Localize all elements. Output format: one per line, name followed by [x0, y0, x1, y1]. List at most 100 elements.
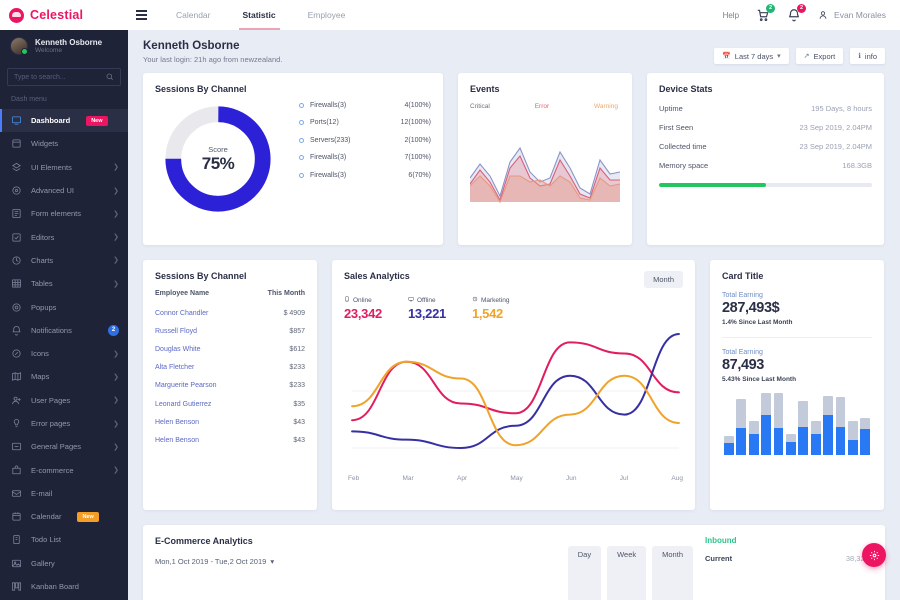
legend-item: Firewalls(3) 7(100%) — [299, 154, 431, 161]
bar-segment-active — [798, 426, 809, 455]
sidebar-item-widgets[interactable]: Widgets — [0, 132, 128, 155]
cart-icon[interactable]: 2 — [756, 4, 776, 22]
sidebar-item-notifications[interactable]: Notifications 2 — [0, 319, 128, 342]
sidebar-item-label: Gallery — [31, 558, 55, 568]
device-stat-row: Uptime 195 Days, 8 hours — [659, 104, 872, 113]
table-row[interactable]: Douglas White $612 — [155, 340, 305, 358]
events-area-chart — [469, 146, 621, 204]
editors-icon — [11, 232, 22, 243]
employee-value: $43 — [293, 436, 305, 444]
sidebar-profile[interactable]: Kenneth Osborne Welcome — [0, 30, 128, 62]
sidebar-item-todo-list[interactable]: Todo List — [0, 528, 128, 551]
legend-dot-icon — [299, 155, 304, 161]
earning-label: Total Earning — [722, 292, 763, 299]
info-button[interactable]: ℹ info — [850, 48, 885, 64]
user-menu[interactable]: Evan Morales — [818, 9, 886, 21]
tab-statistic[interactable]: Statistic — [238, 0, 280, 30]
sidebar-item-error-pages[interactable]: Error pages ❯ — [0, 412, 128, 435]
sidebar-item-label: Icons — [31, 349, 49, 359]
search-input[interactable] — [14, 73, 106, 81]
table-row[interactable]: Marguerite Pearson $233 — [155, 377, 305, 395]
segment-month[interactable]: Month — [652, 546, 693, 600]
sidebar-item-badge: 2 — [108, 324, 119, 336]
bell-badge: 2 — [797, 4, 807, 13]
card-title: Events — [470, 84, 500, 94]
sidebar-item-calendar[interactable]: Calendar New — [0, 505, 128, 528]
employee-value: $612 — [289, 345, 305, 353]
charts-icon — [11, 255, 22, 266]
sidebar-item-maps[interactable]: Maps ❯ — [0, 365, 128, 388]
table-row[interactable]: Helen Benson $43 — [155, 413, 305, 431]
earning-value: 287,493$ — [722, 300, 780, 316]
tab-employee[interactable]: Employee — [308, 0, 346, 30]
widgets-icon — [11, 138, 22, 149]
bar — [773, 393, 784, 455]
legend-dot-icon — [299, 120, 304, 126]
sidebar-item-popups[interactable]: Popups — [0, 295, 128, 318]
sidebar-item-general-pages[interactable]: General Pages ❯ — [0, 435, 128, 458]
sidebar-item-user-pages[interactable]: User Pages ❯ — [0, 389, 128, 412]
ecommerce-date-range[interactable]: Mon,1 Oct 2019 - Tue,2 Oct 2019 ▾ — [155, 557, 568, 566]
brand[interactable]: Celestial — [0, 7, 128, 23]
bar — [847, 393, 858, 455]
table-row[interactable]: Helen Benson $43 — [155, 431, 305, 449]
bar — [835, 393, 846, 455]
table-row[interactable]: Russell Floyd $857 — [155, 322, 305, 340]
card-title: Card Title — [722, 271, 764, 281]
menu-toggle-icon[interactable] — [128, 10, 154, 20]
sidebar-item-form-elements[interactable]: Form elements ❯ — [0, 202, 128, 225]
divider — [722, 337, 872, 338]
sidebar-item-kanban-board[interactable]: Kanban Board — [0, 575, 128, 598]
sidebar-item-editors[interactable]: Editors ❯ — [0, 225, 128, 248]
table-row[interactable]: Leonard Gutierrez $35 — [155, 395, 305, 413]
sales-line-chart: Feb Mar Apr May Jun Jul Aug — [344, 328, 687, 502]
sidebar-search[interactable] — [7, 68, 121, 86]
sidebar-item-e-commerce[interactable]: E-commerce ❯ — [0, 458, 128, 481]
tab-calendar[interactable]: Calendar — [176, 0, 211, 30]
sales-range-button[interactable]: Month — [644, 271, 683, 288]
sales-kpis: Online 23,342 Offline 13,221 Marketing 1,542 — [344, 296, 683, 321]
x-tick: Apr — [457, 475, 468, 482]
bar-segment-active — [736, 427, 747, 455]
maps-icon — [11, 371, 22, 382]
legend-item: Servers(233) 2(100%) — [299, 137, 431, 144]
bell-icon[interactable]: 2 — [787, 4, 807, 22]
help-link[interactable]: Help — [723, 11, 739, 20]
bar — [761, 393, 771, 455]
settings-fab-button[interactable] — [862, 543, 886, 567]
cart-icon — [11, 465, 22, 476]
legend-item: Firewalls(3) 6(70%) — [299, 172, 431, 179]
employee-name: Russell Floyd — [155, 327, 198, 335]
sidebar-item-label: Kanban Board — [31, 582, 79, 592]
table-row[interactable]: Connor Chandler $ 4909 — [155, 304, 305, 322]
sidebar-item-advanced-ui[interactable]: Advanced UI ❯ — [0, 179, 128, 202]
sidebar-item-label: Dashboard — [31, 116, 71, 126]
table-row[interactable]: Alta Fletcher $233 — [155, 359, 305, 377]
segment-day[interactable]: Day — [567, 546, 602, 600]
avatar — [10, 37, 28, 55]
general-pages-icon — [11, 441, 22, 452]
device-stat-value: 23 Sep 2019, 2.04PM — [799, 123, 872, 132]
employee-value: $233 — [289, 364, 305, 372]
sidebar-menu-label: Dash menu — [11, 96, 47, 103]
sidebar-item-gallery[interactable]: Gallery — [0, 552, 128, 575]
popups-icon — [11, 302, 22, 313]
employee-name: Douglas White — [155, 345, 201, 353]
settings-icon — [869, 550, 879, 560]
date-filter-button[interactable]: 📅 Last 7 days ▾ — [714, 48, 789, 64]
export-button[interactable]: ↗ Export — [795, 48, 844, 64]
sidebar-item-tables[interactable]: Tables ❯ — [0, 272, 128, 295]
brand-name: Celestial — [30, 8, 84, 22]
sidebar-item-charts[interactable]: Charts ❯ — [0, 249, 128, 272]
earning-block-2: Total Earning 87,493 5.43% Since Last Mo… — [722, 349, 872, 383]
kpi-value: 1,542 — [471, 306, 503, 321]
segment-week[interactable]: Week — [607, 546, 647, 600]
earning-value: 87,493 — [722, 357, 764, 373]
kpi-label: Offline — [416, 296, 436, 304]
sidebar-item-dashboard[interactable]: Dashboard New — [0, 109, 128, 133]
sidebar-item-ui-elements[interactable]: UI Elements ❯ — [0, 156, 128, 179]
sidebar-item-icons[interactable]: Icons ❯ — [0, 342, 128, 365]
chevron-down-icon: ▾ — [270, 557, 275, 566]
sidebar-item-label: Editors — [31, 232, 55, 242]
sidebar-item-e-mail[interactable]: E-mail — [0, 482, 128, 505]
